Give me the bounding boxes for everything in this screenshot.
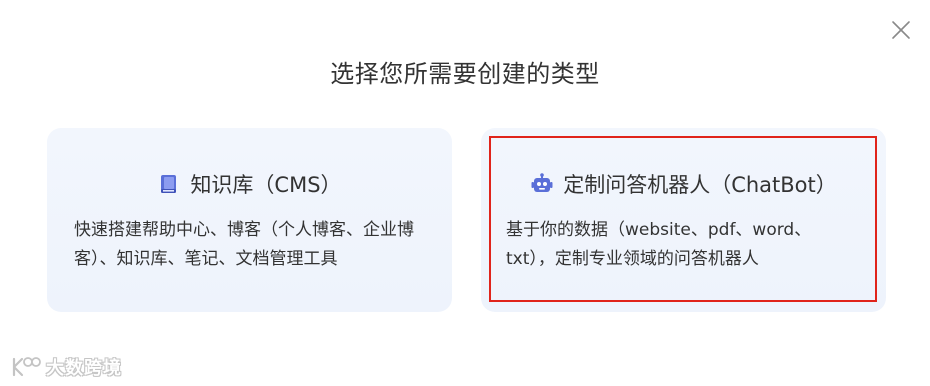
- chatbot-card-header[interactable]: 定制问答机器人（ChatBot）: [481, 168, 886, 200]
- knowledge-base-description: 快速搭建帮助中心、博客（个人博客、企业博客）、知识库、笔记、文档管理工具: [74, 220, 414, 269]
- dialog-title: 选择您所需要创建的类型: [330, 60, 600, 88]
- robot-icon: [530, 172, 554, 196]
- knowledge-base-card-header[interactable]: 知识库（CMS）: [47, 168, 452, 200]
- chatbot-description: 基于你的数据（website、pdf、word、txt），定制专业领域的问答机器…: [506, 220, 812, 269]
- watermark-text: 大数跨境: [46, 358, 122, 379]
- knowledge-base-title: 知识库（CMS）: [190, 173, 342, 197]
- watermark: 大数跨境: [8, 354, 122, 380]
- close-icon[interactable]: [890, 19, 912, 41]
- book-icon: [157, 172, 181, 196]
- close-button[interactable]: [890, 19, 912, 41]
- create-type-dialog: 选择您所需要创建的类型 知识库（CMS） 快速搭建帮助中心、博客（个人博客、企业…: [0, 0, 930, 386]
- watermark-logo-icon: [12, 357, 41, 377]
- chatbot-title: 定制问答机器人（ChatBot）: [563, 173, 837, 197]
